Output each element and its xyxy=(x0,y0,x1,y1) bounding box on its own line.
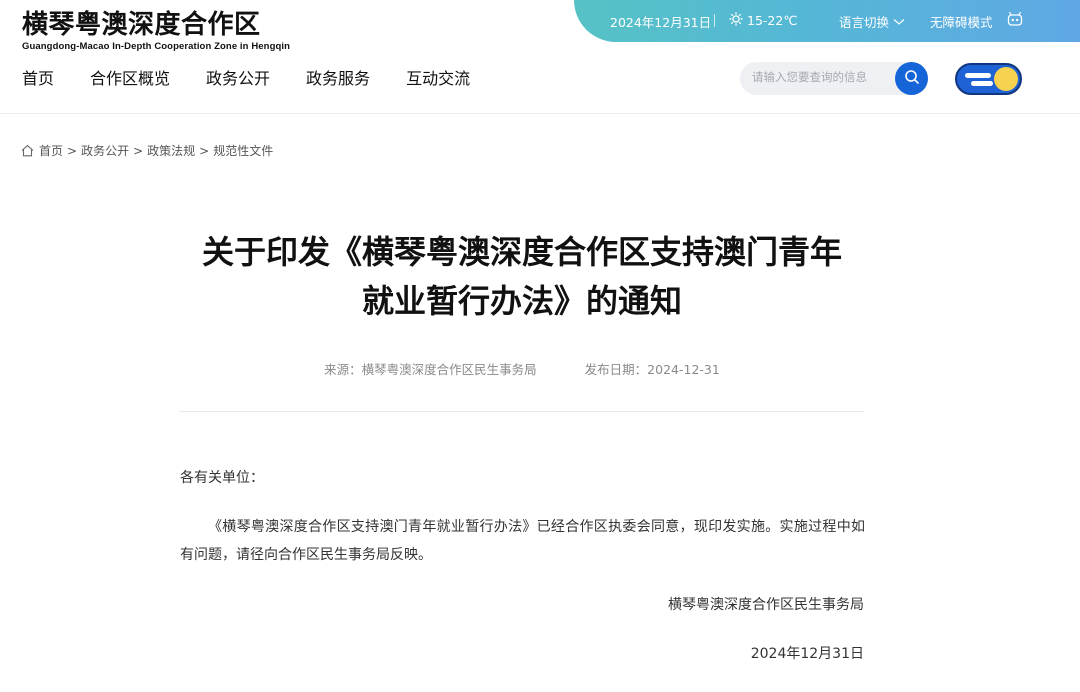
article-source: 来源：横琴粤澳深度合作区民生事务局 xyxy=(324,362,537,377)
nav-item-government-services[interactable]: 政务服务 xyxy=(306,68,370,90)
moon-icon xyxy=(994,67,1018,91)
chevron-down-icon xyxy=(893,14,905,29)
article-paragraph: 《横琴粤澳深度合作区支持澳门青年就业暂行办法》已经合作区执委会同意，现印发实施。… xyxy=(180,519,865,563)
article-title-line1: 关于印发《横琴粤澳深度合作区支持澳门青年 xyxy=(201,233,842,271)
main-nav: 首页 合作区概览 政务公开 政务服务 互动交流 xyxy=(22,68,506,90)
robot-assistant-icon[interactable] xyxy=(1006,10,1024,28)
logo-english-name: Guangdong-Macao In-Depth Cooperation Zon… xyxy=(22,41,291,52)
home-icon[interactable] xyxy=(21,144,34,157)
nav-item-interaction[interactable]: 互动交流 xyxy=(406,68,470,90)
nav-item-home[interactable]: 首页 xyxy=(22,68,54,90)
breadcrumb-home[interactable]: 首页 xyxy=(39,142,63,159)
article-salutation: 各有关单位： xyxy=(180,470,264,486)
breadcrumb-separator: > xyxy=(199,143,210,158)
top-info-bar: 2024年12月31日 15-22℃ 语言切换 无障碍模式 xyxy=(574,0,1080,42)
article-meta: 来源：横琴粤澳深度合作区民生事务局 发布日期：2024-12-31 xyxy=(180,359,864,378)
search-icon xyxy=(904,69,920,89)
weather-info: 15-22℃ xyxy=(729,12,797,29)
article-title-line2: 就业暂行办法》的通知 xyxy=(361,282,682,320)
breadcrumb-normative-documents[interactable]: 规范性文件 xyxy=(213,142,273,159)
breadcrumb-separator: > xyxy=(67,143,78,158)
logo-chinese-name: 横琴粤澳深度合作区 xyxy=(22,10,261,40)
article-title: 关于印发《横琴粤澳深度合作区支持澳门青年 就业暂行办法》的通知 xyxy=(170,228,874,326)
accessibility-mode-label: 无障碍模式 xyxy=(930,15,993,30)
breadcrumb: 首页 > 政务公开 > 政策法规 > 规范性文件 xyxy=(21,142,273,159)
article-sign-date: 2024年12月31日 xyxy=(750,646,864,662)
article-divider xyxy=(179,411,864,412)
breadcrumb-government-affairs[interactable]: 政务公开 xyxy=(81,142,129,159)
site-search xyxy=(740,62,928,95)
nav-item-zone-overview[interactable]: 合作区概览 xyxy=(90,68,170,90)
cloud-icon xyxy=(971,81,993,86)
theme-toggle[interactable] xyxy=(955,63,1022,95)
header-divider xyxy=(0,113,1080,114)
article-signer: 横琴粤澳深度合作区民生事务局 xyxy=(668,597,864,613)
language-switch[interactable]: 语言切换 xyxy=(839,12,905,31)
nav-item-government-affairs[interactable]: 政务公开 xyxy=(206,68,270,90)
breadcrumb-separator: > xyxy=(133,143,144,158)
search-button[interactable] xyxy=(895,62,928,95)
article-publish-date: 发布日期：2024-12-31 xyxy=(584,362,720,377)
current-date: 2024年12月31日 xyxy=(610,12,711,31)
search-input[interactable] xyxy=(752,70,892,84)
weather-text: 15-22℃ xyxy=(747,13,798,28)
language-switch-label: 语言切换 xyxy=(839,15,890,30)
breadcrumb-policies[interactable]: 政策法规 xyxy=(147,142,195,159)
current-date-text: 2024年12月31日 xyxy=(610,15,712,30)
site-logo[interactable]: 横琴粤澳深度合作区 Guangdong-Macao In-Depth Coope… xyxy=(22,8,290,52)
topbar-separator xyxy=(714,14,715,27)
sun-icon xyxy=(729,12,743,29)
accessibility-mode-button[interactable]: 无障碍模式 xyxy=(930,12,993,31)
cloud-icon xyxy=(965,73,991,78)
